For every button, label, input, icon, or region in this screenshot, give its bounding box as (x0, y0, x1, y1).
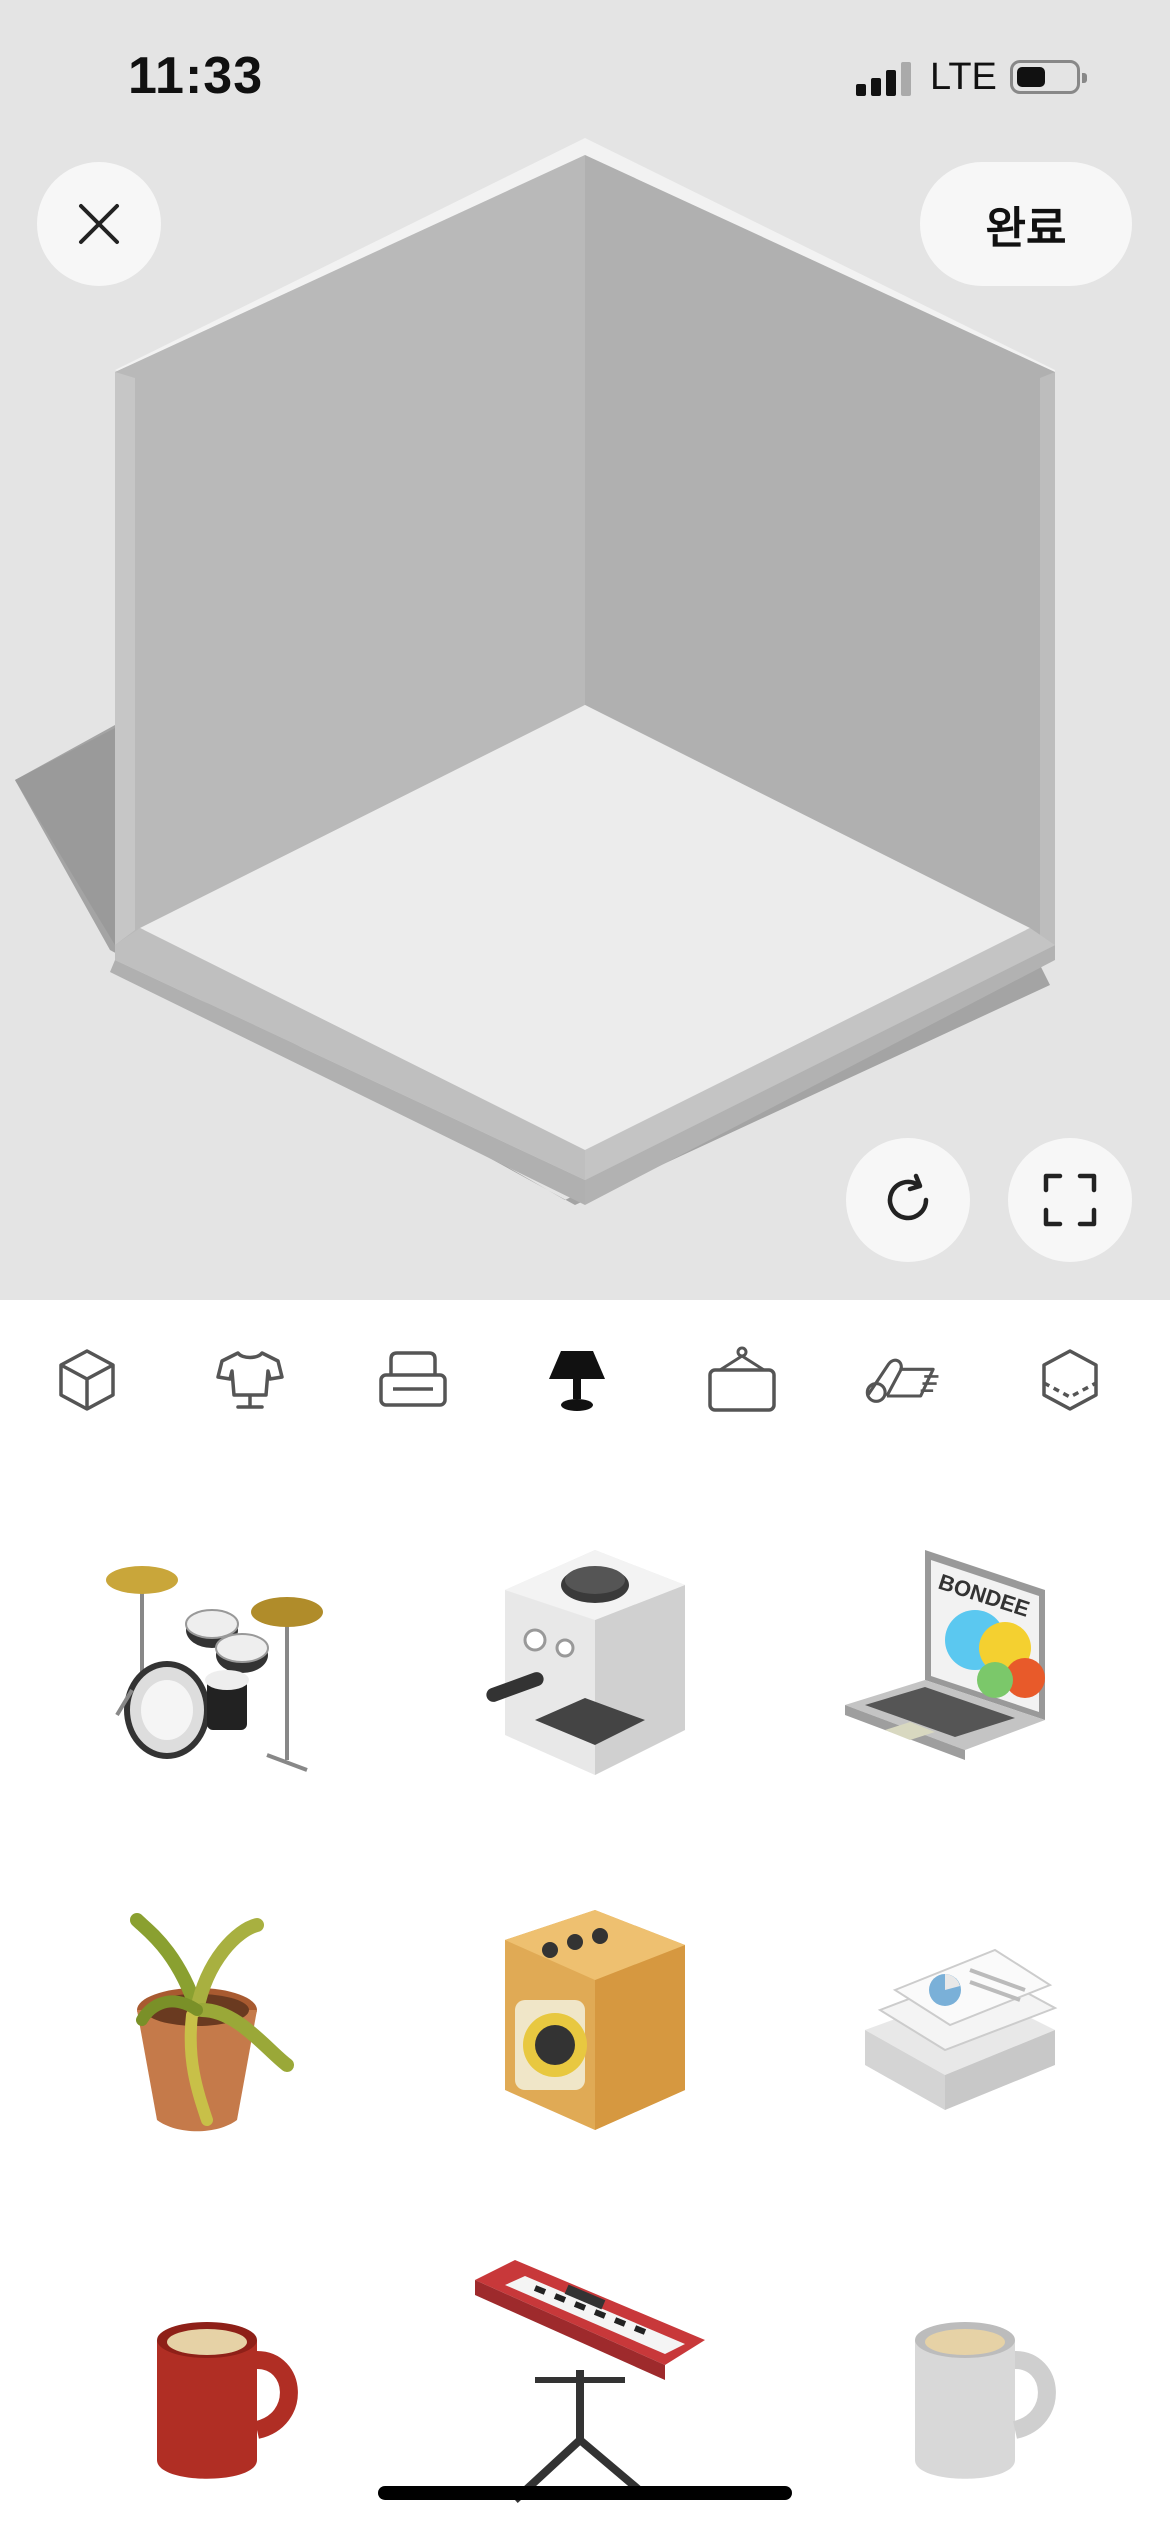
rug-roll-icon (865, 1358, 939, 1403)
battery-icon (1010, 60, 1087, 94)
mug-icon (157, 2322, 298, 2479)
keyboard-icon (475, 2260, 705, 2503)
mug-icon (915, 2322, 1056, 2479)
tab-floor[interactable] (862, 1340, 942, 1420)
item-red-mug[interactable] (67, 2230, 367, 2530)
rotate-button[interactable] (846, 1138, 970, 1262)
wall-frame-icon (708, 1346, 776, 1412)
category-tabs (0, 1300, 1170, 1450)
item-drum-kit[interactable] (67, 1510, 367, 1810)
done-button[interactable]: 완료 (920, 162, 1132, 286)
signal-icon (856, 62, 916, 96)
floor-cube-icon (1042, 1349, 1098, 1411)
espresso-machine-icon (486, 1550, 685, 1775)
tab-furniture[interactable] (373, 1340, 453, 1420)
close-icon (79, 204, 119, 244)
tab-lighting[interactable] (537, 1340, 617, 1420)
network-label: LTE (930, 56, 997, 98)
tab-wall[interactable] (702, 1340, 782, 1420)
potted-plant-icon (130, 1913, 294, 2132)
washing-machine-icon (505, 1910, 685, 2130)
tshirt-icon (216, 1351, 284, 1409)
item-potted-plant[interactable] (67, 1870, 367, 2170)
paper-stack-icon (865, 1948, 1058, 2110)
fullscreen-button[interactable] (1008, 1138, 1132, 1262)
item-laptop[interactable]: BONDEE (805, 1510, 1105, 1810)
tab-room[interactable] (47, 1340, 127, 1420)
room-preview[interactable]: 11:33 LTE 완료 (0, 0, 1170, 1300)
item-espresso-machine[interactable] (435, 1510, 735, 1810)
item-white-mug[interactable] (805, 2230, 1105, 2530)
rotate-icon (887, 1173, 929, 1221)
laptop-icon: BONDEE (845, 1550, 1045, 1760)
status-bar: 11:33 LTE (0, 0, 1170, 150)
expand-icon (1043, 1173, 1097, 1227)
home-indicator[interactable] (378, 2486, 792, 2500)
room-cube-icon (59, 1349, 115, 1411)
tab-clothing[interactable] (210, 1340, 290, 1420)
tab-base[interactable] (1030, 1340, 1110, 1420)
close-button[interactable] (37, 162, 161, 286)
item-keyboard-stand[interactable] (435, 2230, 735, 2530)
lamp-icon (549, 1351, 605, 1411)
clock: 11:33 (128, 47, 264, 105)
sofa-icon (379, 1351, 447, 1407)
item-paper-stack[interactable] (805, 1870, 1105, 2170)
drum-kit-icon (106, 1566, 323, 1772)
item-grid: BONDEE (0, 1490, 1170, 2532)
item-washing-machine[interactable] (435, 1870, 735, 2170)
